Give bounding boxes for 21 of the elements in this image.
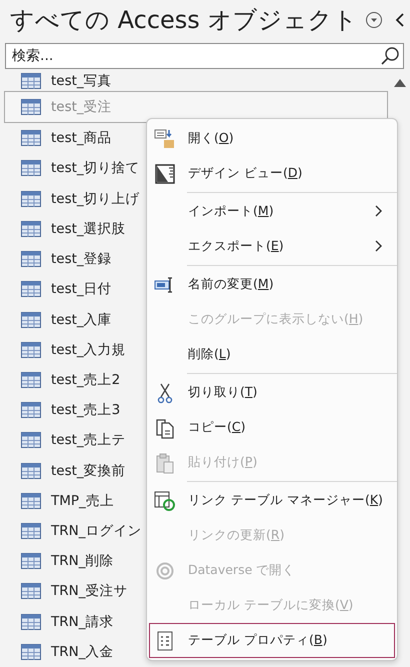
object-name: test_変換前 [51,462,126,480]
object-name: test_日付 [51,280,112,298]
pane-title: すべての Access オブジェクト [10,5,358,36]
object-name: TRN_ログイン [51,522,142,540]
object-name: TMP_売上 [51,492,114,510]
object-name: TRN_受注サ [51,582,128,600]
object-name: test_入力規 [51,340,126,359]
object-name: test_切り上げ [51,190,140,208]
object-name: test_写真 [51,72,112,90]
object-name: TRN_削除 [51,552,114,570]
object-name: test_入庫 [51,310,112,329]
object-name: test_受注 [51,98,112,116]
object-name: test_切り捨て [51,159,140,178]
object-name: test_選択肢 [51,220,126,238]
object-name: test_売上2 [51,370,120,389]
object-name: TRN_入金 [51,642,114,661]
object-name: test_売上3 [51,401,120,420]
object-name: test_登録 [51,250,112,268]
object-name: test_商品 [51,129,112,148]
object-name: TRN_請求 [51,612,114,631]
object-name: test_売上テ [51,431,126,450]
